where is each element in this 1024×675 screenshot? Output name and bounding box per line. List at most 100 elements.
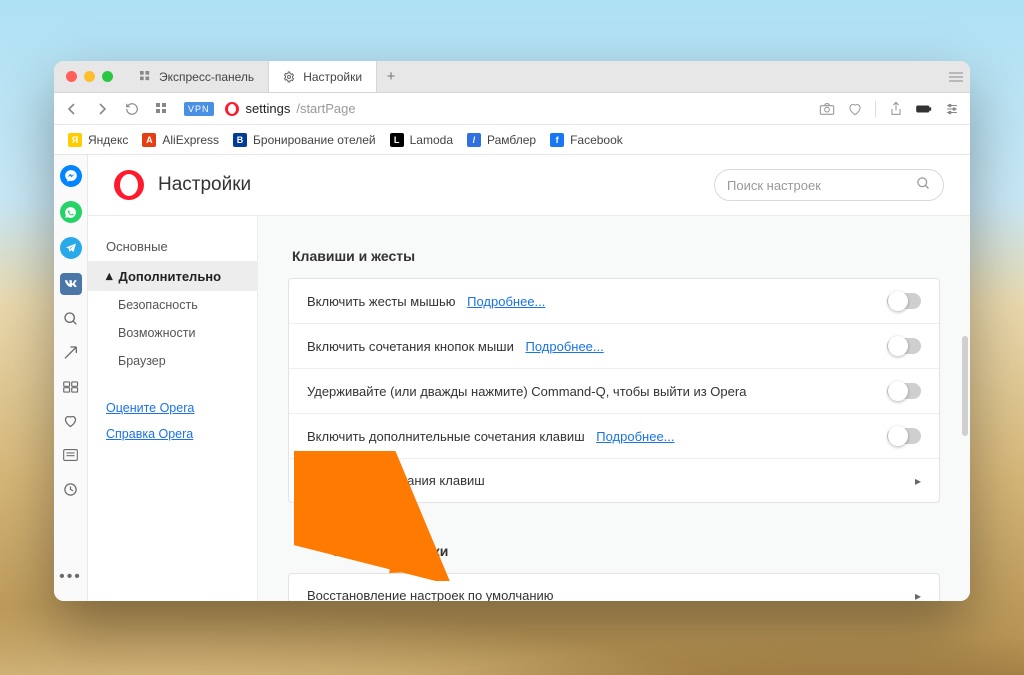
reload-button[interactable] [124,101,140,117]
sidenav-basic[interactable]: Основные [88,232,257,261]
search-icon [916,176,931,194]
gear-icon [283,71,295,83]
battery-saver-icon[interactable] [916,101,932,117]
address-bar: VPN settings/startPage [54,93,970,125]
toggle-rocker[interactable] [887,338,921,354]
settings-sidenav: Основные ▴ Дополнительно Безопасность Во… [88,216,258,601]
section-reset-title: осить настройки [292,543,940,559]
maximize-window-icon[interactable] [102,71,113,82]
page-header: Настройки Поиск настроек [88,155,970,216]
sidenav-help-opera[interactable]: Справка Opera [88,421,257,447]
toggle-extra-shortcuts[interactable] [887,428,921,444]
tab-speed-dial[interactable]: Экспресс-панель [125,61,268,92]
aliexpress-icon: A [142,133,156,147]
facebook-icon: f [550,133,564,147]
minimize-window-icon[interactable] [84,71,95,82]
back-button[interactable] [64,101,80,117]
bookmark-label: Яндекс [88,133,128,147]
sidebar-dock: ••• [54,155,88,601]
page-title: Настройки [158,174,251,196]
messenger-icon[interactable] [60,165,82,187]
snapshot-icon[interactable] [819,101,835,117]
sidenav-features[interactable]: Возможности [88,319,257,347]
extensions-icon[interactable] [61,377,81,397]
sidenav-rate-opera[interactable]: Оцените Opera [88,395,257,421]
rambler-icon: / [467,133,481,147]
section-keys-title: Клавиши и жесты [292,248,940,264]
sidenav-advanced[interactable]: ▴ Дополнительно [88,261,257,291]
settings-page: Настройки Поиск настроек Основные ▴ Допо… [88,155,970,601]
flow-icon[interactable] [61,343,81,363]
bookmark-aliexpress[interactable]: A AliExpress [142,133,219,147]
toggle-command-q[interactable] [887,383,921,399]
row-extra-shortcuts: Включить дополнительные сочетания клавиш… [289,414,939,459]
search-icon[interactable] [61,309,81,329]
bookmark-label: Lamoda [410,133,453,147]
settings-search-input[interactable]: Поиск настроек [714,169,944,201]
bookmark-label: AliExpress [162,133,219,147]
easy-setup-icon[interactable] [944,101,960,117]
address-actions [819,101,960,117]
close-window-icon[interactable] [66,71,77,82]
search-placeholder: Поиск настроек [727,178,821,193]
bookmarks-bar: Я Яндекс A AliExpress BБронирование отелей… [54,125,970,155]
keys-card: Включить жесты мышью Подробнее... Включи… [288,278,940,503]
history-icon[interactable] [61,479,81,499]
tab-menu-icon[interactable] [942,61,970,92]
personal-news-icon[interactable] [61,445,81,465]
titlebar: Экспресс-панель Настройки + [54,61,970,93]
sidebar-more-icon[interactable]: ••• [61,571,81,591]
bookmarks-icon[interactable] [61,411,81,431]
settings-content: Клавиши и жесты Включить жесты мышью Под… [258,216,970,601]
bookmark-lamoda[interactable]: L Lamoda [390,133,453,147]
learn-more-link[interactable]: Подробнее... [525,339,603,354]
vpn-badge[interactable]: VPN [184,102,214,116]
row-mouse-gestures: Включить жесты мышью Подробнее... [289,279,939,324]
tab-label: Настройки [303,70,362,84]
scrollbar[interactable] [962,336,968,436]
row-label: Удерживайте (или дважды нажмите) Command… [307,384,746,399]
toggle-mouse-gestures[interactable] [887,293,921,309]
row-label: Восстановление настроек по умолчанию [307,588,554,601]
opera-origin-icon [224,101,240,117]
row-label: Включить сочетания кнопок мыши [307,339,514,354]
learn-more-link[interactable]: Подробнее... [467,294,545,309]
yandex-icon: Я [68,133,82,147]
heart-icon[interactable] [847,101,863,117]
vk-icon[interactable] [60,273,82,295]
forward-button[interactable] [94,101,110,117]
telegram-icon[interactable] [60,237,82,259]
row-command-q: Удерживайте (или дважды нажмите) Command… [289,369,939,414]
bookmark-label: Facebook [570,133,623,147]
row-configure-shortcuts[interactable]: Настроить сочетания клавиш ▸ [289,459,939,502]
tab-label: Экспресс-панель [159,70,254,84]
url-path: /startPage [296,101,355,116]
opera-logo-icon [114,170,144,200]
bookmark-facebook[interactable]: f Facebook [550,133,623,147]
url-host: settings [246,101,291,116]
whatsapp-icon[interactable] [60,201,82,223]
bookmark-rambler[interactable]: /Рамблер [467,133,536,147]
row-label: Настроить сочетания клавиш [307,473,485,488]
url-field[interactable]: settings/startPage [224,101,809,117]
sidenav-security[interactable]: Безопасность [88,291,257,319]
new-tab-button[interactable]: + [377,61,405,92]
row-label: Включить дополнительные сочетания клавиш [307,429,585,444]
speed-dial-button[interactable] [154,101,170,117]
chevron-right-icon: ▸ [915,589,921,602]
browser-window: Экспресс-панель Настройки + VPN settings… [54,61,970,601]
learn-more-link[interactable]: Подробнее... [596,429,674,444]
tab-settings[interactable]: Настройки [268,61,377,92]
bookmark-yandex[interactable]: Я Яндекс [68,133,128,147]
row-label: Включить жесты мышью [307,294,456,309]
chevron-right-icon: ▸ [915,474,921,488]
bookmark-booking[interactable]: BБронирование отелей [233,133,376,147]
lamoda-icon: L [390,133,404,147]
grid-icon [139,71,151,83]
row-reset-defaults[interactable]: Восстановление настроек по умолчанию ▸ [289,574,939,601]
row-rocker: Включить сочетания кнопок мыши Подробнее… [289,324,939,369]
booking-icon: B [233,133,247,147]
traffic-lights [54,61,125,92]
sidenav-browser[interactable]: Браузер [88,347,257,375]
share-icon[interactable] [888,101,904,117]
